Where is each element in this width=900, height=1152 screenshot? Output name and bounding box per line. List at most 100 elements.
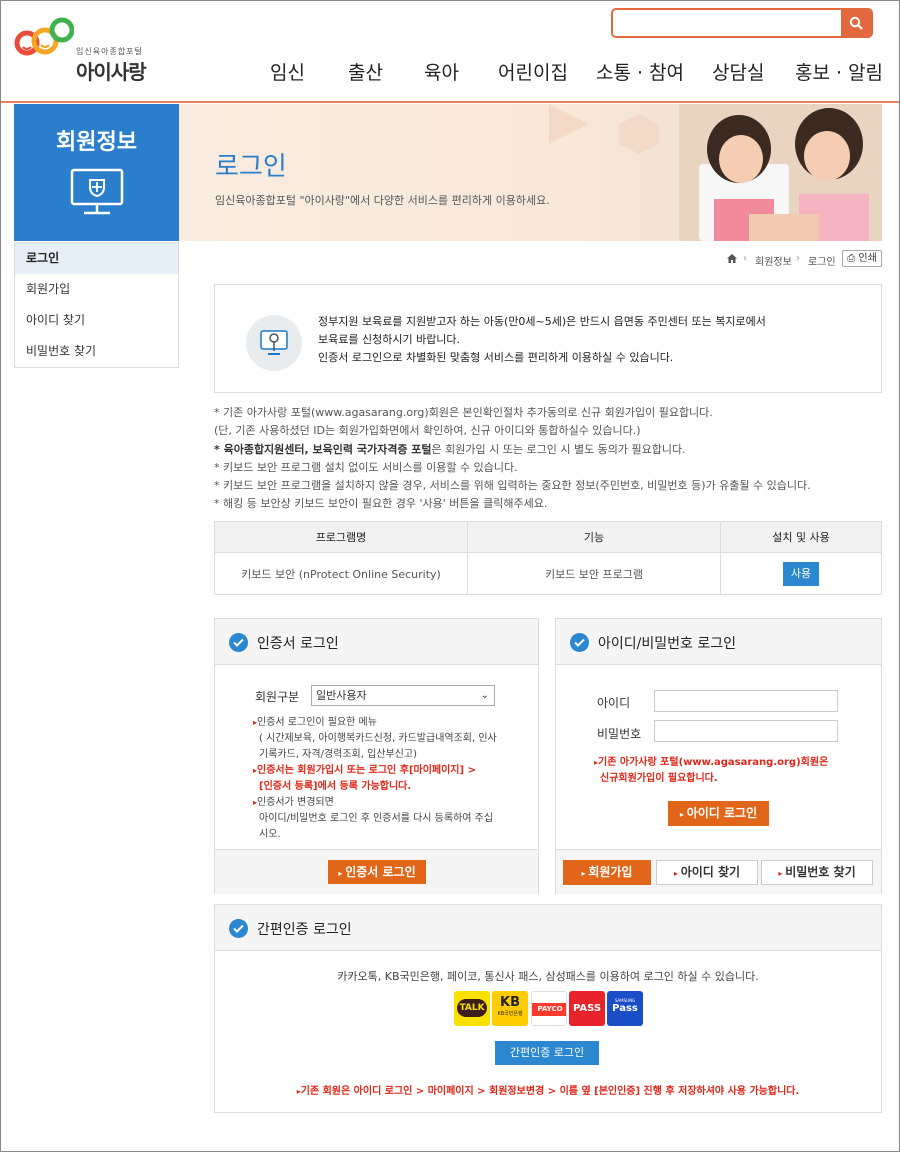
table-row: 키보드 보안 (nProtect Online Security) 키보드 보안… (214, 552, 882, 595)
chevron-down-icon: ⌄ (480, 690, 489, 701)
member-type-value: 일반사용자 (316, 689, 367, 702)
print-label: 인쇄 (858, 253, 877, 264)
id-note-red: 기존 아가사랑 포털(www.agasarang.org)회원은 (598, 757, 829, 768)
kakaotalk-icon[interactable]: TALK (454, 991, 490, 1026)
id-login-button-label: 아이디 로그인 (686, 806, 758, 820)
nav-item-counseling[interactable]: 상담실 (712, 58, 764, 85)
cert-note: 시오. (259, 829, 281, 840)
easy-login-panel: 간편인증 로그인 카카오톡, KB국민은행, 페이코, 통신사 패스, 삼성패스… (214, 904, 882, 1113)
id-input[interactable] (654, 690, 838, 712)
password-input[interactable] (654, 720, 838, 742)
kakaotalk-icon-label: TALK (457, 999, 487, 1017)
monitor-icon (70, 168, 124, 215)
info-bullet: * 해킹 등 보안상 키보드 보안이 필요한 경우 '사용' 버튼을 클릭해주세… (214, 497, 548, 511)
info-bullet: * 육아종합지원센터, 보육인력 국가자격증 포털은 회원가입 시 또는 로그인… (214, 441, 884, 459)
print-button[interactable]: ⎙ 인쇄 (842, 250, 882, 267)
arrow-icon: ▸ (673, 869, 681, 878)
info-bullet-bold: * 육아종합지원센터, 보육인력 국가자격증 포털 (214, 442, 432, 456)
find-password-button[interactable]: ▸ 비밀번호 찾기 (761, 860, 873, 885)
home-icon[interactable] (727, 254, 737, 263)
breadcrumb-item[interactable]: 회원정보 (755, 253, 792, 268)
nav-item-community[interactable]: 소통 · 참여 (596, 58, 684, 85)
side-menu-item-login[interactable]: 로그인 (15, 243, 178, 274)
cert-login-button[interactable]: ▸ 인증서 로그인 (328, 860, 426, 884)
cert-note: 기록카드, 자격/경력조회, 입산부신고) (259, 749, 417, 760)
table-header: 기능 (467, 521, 721, 553)
easy-login-button[interactable]: 간편인증 로그인 (495, 1041, 599, 1065)
join-button[interactable]: ▸ 회원가입 (563, 860, 651, 885)
id-login-button[interactable]: ▸ 아이디 로그인 (668, 801, 769, 826)
page-title: 로그인 (215, 152, 287, 182)
member-type-select[interactable]: 일반사용자 ⌄ (311, 685, 495, 706)
check-circle-icon (229, 919, 248, 938)
cert-login-notes: ▸인증서 로그인이 필요한 메뉴 ( 시간제보육, 아이행복카드신청, 카드발급… (253, 715, 533, 843)
cert-note: 인증서 로그인이 필요한 메뉴 (257, 717, 377, 728)
easy-login-footnote: ▸기존 회원은 아이디 로그인 > 마이페이지 > 회원정보변경 > 이름 옆 … (215, 1082, 881, 1097)
kb-bank-icon-label: KB (500, 995, 520, 1010)
main-nav: 임신 출산 육아 어린이집 소통 · 참여 상담실 홍보 · 알림 (0, 58, 900, 88)
program-function: 키보드 보안 프로그램 (467, 552, 721, 595)
cert-note: 아이디/비밀번호 로그인 후 인증서를 다시 등록하여 주십 (259, 813, 494, 824)
chevron-right-icon: › (743, 253, 747, 264)
info-bullet: * 키보드 보안 프로그램을 설치하지 않을 경우, 서비스를 위해 입력하는 … (214, 479, 811, 493)
side-menu-title: 회원정보 (56, 130, 137, 155)
nav-item-pregnancy[interactable]: 임신 (270, 58, 305, 85)
payco-icon[interactable]: PAYCO (531, 991, 567, 1026)
easy-login-description: 카카오톡, KB국민은행, 페이코, 통신사 패스, 삼성패스를 이용하여 로그… (337, 970, 759, 983)
cert-note-red: [인증서 등록]에서 등록 가능합니다. (259, 781, 412, 792)
cert-login-button-label: 인증서 로그인 (345, 865, 416, 879)
find-id-button[interactable]: ▸ 아이디 찾기 (656, 860, 758, 885)
easy-login-footnote-text: 기존 회원은 아이디 로그인 > 마이페이지 > 회원정보변경 > 이름 옆 [… (300, 1086, 800, 1097)
info-bullet: * 키보드 보안 프로그램 설치 없이도 서비스를 이용할 수 있습니다. (214, 460, 518, 474)
notice-line: 정부지원 보육료를 지원받고자 하는 아동(만0세~5세)은 반드시 읍면동 주… (318, 315, 766, 328)
notice-line: 보육료를 신청하시기 바랍니다. (318, 333, 461, 346)
nav-item-childcare[interactable]: 육아 (424, 58, 459, 85)
notice-text: 정부지원 보육료를 지원받고자 하는 아동(만0세~5세)은 반드시 읍면동 주… (318, 313, 766, 367)
search-box (611, 8, 873, 38)
certificate-icon (246, 315, 302, 371)
chevron-right-icon: › (796, 253, 800, 264)
cert-note-red: 인증서는 회원가입시 또는 로그인 후[마이페이지] > (257, 765, 476, 776)
samsung-pass-icon-label: Pass (612, 1003, 638, 1014)
easy-login-title: 간편인증 로그인 (257, 922, 352, 938)
kb-bank-icon[interactable]: KB KB국민은행 (492, 991, 528, 1026)
search-icon (849, 16, 863, 30)
find-password-label: 비밀번호 찾기 (785, 865, 856, 879)
check-circle-icon (229, 633, 248, 652)
side-menu-header: 회원정보 (14, 104, 179, 241)
use-security-button[interactable]: 사용 (782, 561, 820, 586)
cert-note: ( 시간제보육, 아이행복카드신청, 카드발급내역조회, 인사 (259, 733, 497, 744)
program-name: 키보드 보안 (nProtect Online Security) (214, 552, 468, 595)
side-menu-item-find-password[interactable]: 비밀번호 찾기 (15, 336, 178, 367)
notice-box: 정부지원 보육료를 지원받고자 하는 아동(만0세~5세)은 반드시 읍면동 주… (214, 284, 882, 393)
cert-login-title: 인증서 로그인 (257, 636, 339, 652)
nav-item-daycare[interactable]: 어린이집 (498, 58, 568, 85)
find-id-label: 아이디 찾기 (680, 865, 741, 879)
easy-login-providers: TALK KB KB국민은행 PAYCO PASS SAMSUNG Pass (454, 991, 644, 1027)
side-menu-item-find-id[interactable]: 아이디 찾기 (15, 305, 178, 336)
pass-icon[interactable]: PASS (569, 991, 605, 1026)
search-input[interactable] (613, 10, 841, 36)
notice-line: 인증서 로그인으로 차별화된 맞춤형 서비스를 편리하게 이용하실 수 있습니다… (318, 351, 674, 364)
member-type-label: 회원구분 (255, 690, 300, 704)
info-bullets: * 기존 아가사랑 포털(www.agasarang.org)회원은 본인확인절… (214, 404, 884, 514)
program-action-cell: 사용 (720, 552, 882, 595)
id-login-panel: 아이디/비밀번호 로그인 아이디 비밀번호 ▸기존 아가사랑 포털(www.ag… (555, 618, 882, 894)
id-label: 아이디 (597, 696, 631, 710)
samsung-pass-icon[interactable]: SAMSUNG Pass (607, 991, 643, 1026)
info-bullet: (단, 기존 사용하셨던 ID는 회원가입화면에서 확인하여, 신규 아이디와 … (214, 424, 641, 438)
cert-note: 인증서가 변경되면 (257, 797, 334, 808)
side-menu: 로그인 회원가입 아이디 찾기 비밀번호 찾기 (14, 242, 179, 368)
table-header: 설치 및 사용 (720, 521, 882, 553)
search-button[interactable] (841, 10, 871, 36)
side-menu-item-join[interactable]: 회원가입 (15, 274, 178, 305)
payco-icon-label: PAYCO (532, 1003, 566, 1016)
logo-icon (14, 17, 75, 56)
page-banner: 로그인 임신육아종합포털 "아이사랑"에서 다양한 서비스를 편리하게 이용하세… (179, 104, 882, 241)
nav-item-notice[interactable]: 홍보 · 알림 (795, 58, 883, 85)
nav-item-birth[interactable]: 출산 (348, 58, 383, 85)
table-header: 프로그램명 (214, 521, 468, 553)
id-note-red: 신규회원가입이 필요합니다. (600, 773, 718, 784)
info-bullet: * 기존 아가사랑 포털(www.agasarang.org)회원은 본인확인절… (214, 406, 713, 419)
id-login-title: 아이디/비밀번호 로그인 (598, 636, 736, 652)
